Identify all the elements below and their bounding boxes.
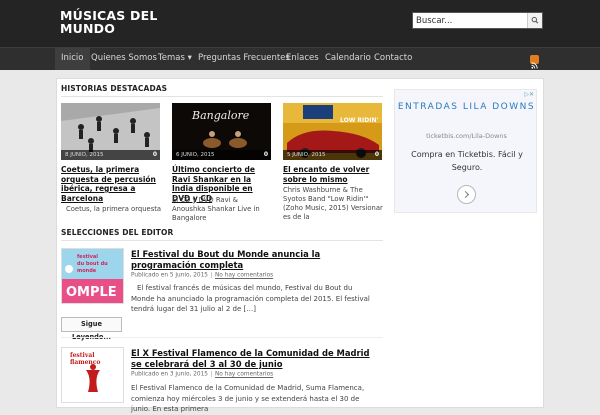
- post-title-2[interactable]: El X Festival Flamenco de la Comunidad d…: [131, 348, 371, 370]
- nav-preguntas-frecuentes[interactable]: Preguntas Frecuentes: [198, 48, 290, 70]
- featured-date-2: 6 JUNIO, 2015: [172, 150, 271, 160]
- featured-image-3-text: LOW RIDIN': [340, 117, 379, 124]
- svg-text:festival: festival: [77, 254, 98, 260]
- svg-text:monde: monde: [77, 268, 97, 274]
- editor-divider: [61, 240, 383, 241]
- featured-heading: HISTORIAS DESTACADAS: [61, 84, 168, 93]
- post-excerpt-1: El festival francés de músicas del mundo…: [131, 284, 370, 313]
- featured-thumb-2[interactable]: Bangalore 6 JUNIO, 2015 0: [172, 103, 271, 160]
- search-icon: [531, 16, 539, 24]
- site-header: MÚSICAS DEL MUNDO: [0, 0, 600, 47]
- featured-excerpt-3: Chris Washburne & The Syotos Band "Low R…: [283, 186, 383, 221]
- nav-calendario[interactable]: Calendario: [325, 48, 371, 70]
- ad-text: Compra en Ticketbis. Fácil y Seguro.: [411, 150, 523, 172]
- featured-excerpt-1: Coetus, la primera orquesta: [66, 205, 162, 213]
- main-nav: Inicio Quienes Somos Temas ▾ Preguntas F…: [0, 47, 600, 70]
- nav-enlaces[interactable]: Enlaces: [286, 48, 319, 70]
- ad-box[interactable]: ▷✕ ENTRADAS LILA DOWNS ticketbis.com/Lil…: [394, 89, 537, 213]
- post-comments-2[interactable]: No hay comentarios: [215, 372, 273, 378]
- read-more-button[interactable]: Sigue Leyendo...: [61, 317, 122, 341]
- editor-heading: SELECCIONES DEL EDITOR: [61, 228, 174, 237]
- featured-divider: [61, 96, 383, 97]
- featured-image-2-text: Bangalore: [191, 109, 250, 122]
- post-date-1: Publicado en 5 junio, 2015: [131, 272, 208, 279]
- ad-title[interactable]: ENTRADAS LILA DOWNS: [395, 100, 538, 114]
- ad-arrow-button[interactable]: [457, 185, 476, 204]
- post-meta-1: Publicado en 5 junio, 2015 No hay comenta…: [131, 272, 273, 279]
- featured-title-3[interactable]: El encanto de volver sobre lo mismo: [283, 165, 383, 184]
- featured-thumb-1[interactable]: 8 JUNIO, 2015 0: [61, 103, 160, 160]
- featured-title-1[interactable]: Coetus, la primera orquesta de percusión…: [61, 165, 161, 203]
- svg-text:du bout du: du bout du: [77, 261, 108, 267]
- featured-date-3: 5 JUNIO, 2015: [283, 150, 382, 160]
- post-thumb-2[interactable]: festival flamenco: [61, 347, 124, 403]
- post-divider: [61, 337, 383, 338]
- post-date-2: Publicado en 3 junio, 2015: [131, 371, 208, 378]
- search-input[interactable]: [413, 13, 528, 28]
- featured-excerpt-2: El CD y DVD Ravi & Anoushka Shankar Live…: [172, 196, 260, 222]
- nav-contacto[interactable]: Contacto: [374, 48, 412, 70]
- search-button[interactable]: [527, 13, 542, 28]
- post-excerpt-2: El Festival Flamenco de la Comunidad de …: [131, 384, 365, 413]
- rss-glyph-icon: [531, 62, 538, 69]
- post-thumb-1[interactable]: festival du bout du monde OMPLE: [61, 248, 124, 304]
- nav-temas[interactable]: Temas ▾: [158, 48, 192, 70]
- ad-url[interactable]: ticketbis.com/Lila-Downs: [395, 132, 538, 140]
- rss-icon[interactable]: [530, 55, 539, 69]
- featured-comment-count-1[interactable]: 0: [153, 150, 157, 160]
- post-image-2-icon: festival flamenco: [62, 348, 123, 402]
- nav-inicio[interactable]: Inicio: [55, 48, 90, 70]
- post-image-1-text: OMPLE: [66, 285, 117, 300]
- featured-date-1: 8 JUNIO, 2015: [61, 150, 160, 160]
- search-box: [412, 12, 543, 29]
- svg-text:flamenco: flamenco: [70, 359, 100, 366]
- nav-quienes-somos[interactable]: Quienes Somos: [91, 48, 157, 70]
- svg-text:festival: festival: [70, 352, 95, 359]
- post-comments-1[interactable]: No hay comentarios: [215, 273, 273, 279]
- featured-comment-count-2[interactable]: 0: [264, 150, 268, 160]
- featured-thumb-3[interactable]: LOW RIDIN' 5 JUNIO, 2015 0: [283, 103, 382, 160]
- post-title-1[interactable]: El Festival du Bout du Monde anuncia la …: [131, 249, 371, 271]
- site-title[interactable]: MÚSICAS DEL MUNDO: [60, 9, 210, 35]
- post-image-1-icon: festival du bout du monde OMPLE: [62, 249, 123, 303]
- ad-choices-icon[interactable]: ▷✕: [524, 91, 534, 98]
- featured-comment-count-3[interactable]: 0: [375, 150, 379, 160]
- post-meta-2: Publicado en 3 junio, 2015 No hay comenta…: [131, 371, 273, 378]
